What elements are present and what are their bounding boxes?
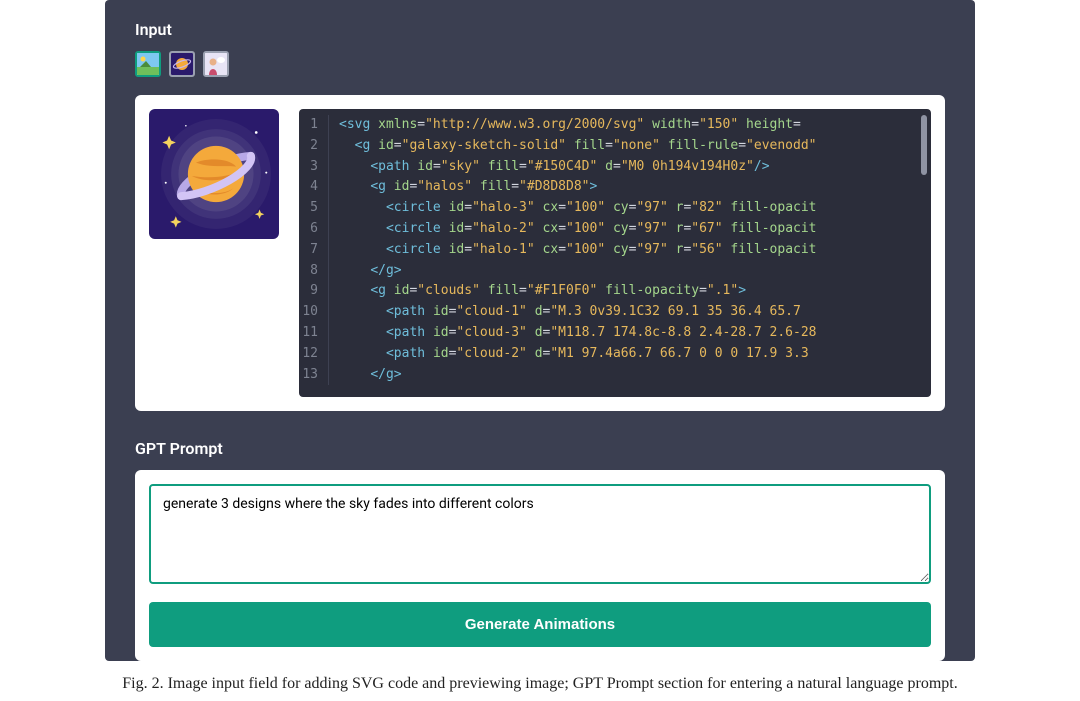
code-line: 6 <circle id="halo-2" cx="100" cy="97" r… bbox=[299, 219, 931, 240]
code-line: 8 </g> bbox=[299, 261, 931, 282]
code-line: 2 <g id="galaxy-sketch-solid" fill="none… bbox=[299, 136, 931, 157]
code-line: 12 <path id="cloud-2" d="M1 97.4a66.7 66… bbox=[299, 344, 931, 365]
galaxy-icon bbox=[171, 53, 193, 75]
person-thumb[interactable] bbox=[203, 51, 229, 77]
code-line: 4 <g id="halos" fill="#D8D8D8"> bbox=[299, 177, 931, 198]
landscape-icon bbox=[137, 53, 159, 75]
galaxy-thumb[interactable] bbox=[169, 51, 195, 77]
galaxy-preview-svg bbox=[149, 109, 279, 239]
code-line: 1<svg xmlns="http://www.w3.org/2000/svg"… bbox=[299, 115, 931, 136]
svg-input-card: 1<svg xmlns="http://www.w3.org/2000/svg"… bbox=[135, 95, 945, 411]
input-section-label: Input bbox=[135, 20, 945, 39]
svg-preview bbox=[149, 109, 279, 239]
prompt-section-label: GPT Prompt bbox=[135, 439, 945, 458]
person-icon bbox=[205, 53, 227, 75]
vertical-scrollbar[interactable] bbox=[921, 115, 927, 175]
figure-caption: Fig. 2. Image input field for adding SVG… bbox=[0, 675, 1080, 693]
code-line: 10 <path id="cloud-1" d="M.3 0v39.1C32 6… bbox=[299, 302, 931, 323]
thumbnail-row bbox=[135, 51, 945, 77]
generate-button[interactable]: Generate Animations bbox=[149, 602, 931, 647]
code-line: 13 </g> bbox=[299, 365, 931, 386]
code-line: 9 <g id="clouds" fill="#F1F0F0" fill-opa… bbox=[299, 281, 931, 302]
app-panel: Input bbox=[105, 0, 975, 661]
svg-code-editor[interactable]: 1<svg xmlns="http://www.w3.org/2000/svg"… bbox=[299, 109, 931, 397]
code-line: 11 <path id="cloud-3" d="M118.7 174.8c-8… bbox=[299, 323, 931, 344]
prompt-textarea[interactable] bbox=[149, 484, 931, 584]
landscape-thumb[interactable] bbox=[135, 51, 161, 77]
code-line: 5 <circle id="halo-3" cx="100" cy="97" r… bbox=[299, 198, 931, 219]
code-line: 7 <circle id="halo-1" cx="100" cy="97" r… bbox=[299, 240, 931, 261]
code-line: 3 <path id="sky" fill="#150C4D" d="M0 0h… bbox=[299, 157, 931, 178]
prompt-card: Generate Animations bbox=[135, 470, 945, 661]
